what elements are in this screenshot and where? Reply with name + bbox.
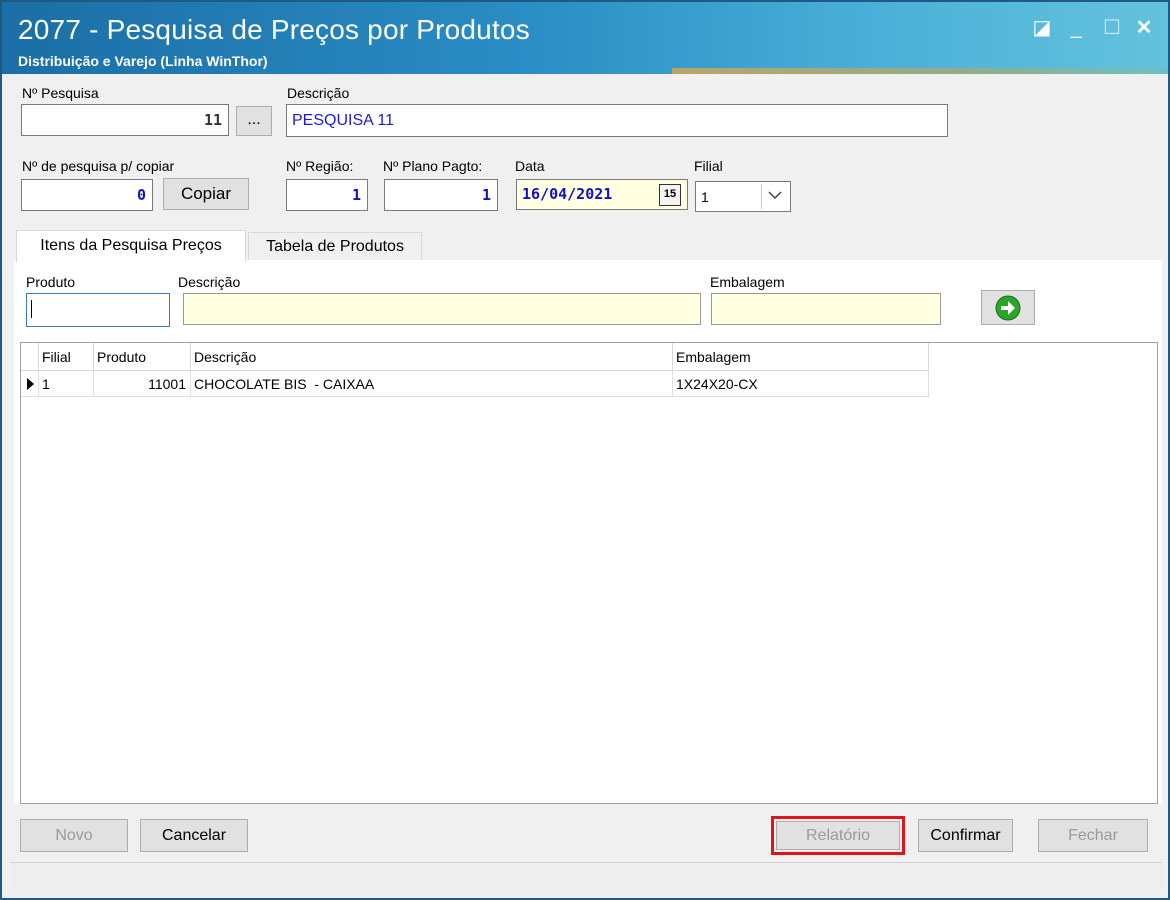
relatorio-button[interactable]: Relatório [776, 821, 900, 850]
form-area: Nº Pesquisa 11 ... Descrição PESQUISA 11… [10, 74, 1162, 856]
filial-label: Filial [694, 158, 723, 174]
copiar-label: Nº de pesquisa p/ copiar [22, 158, 175, 174]
data-input[interactable]: 16/04/2021 15 [516, 179, 688, 210]
tab-itens-pesquisa[interactable]: Itens da Pesquisa Preços [16, 230, 246, 262]
window-subtitle: Distribuição e Varejo (Linha WinThor) [18, 53, 268, 69]
maximize-icon[interactable]: ☐ [1098, 14, 1126, 42]
products-grid[interactable]: Filial Produto Descrição Embalagem 1 110… [20, 342, 1158, 804]
cell-produto[interactable]: 11001 [94, 371, 191, 397]
copiar-number-input[interactable]: 0 [21, 179, 153, 211]
filial-selected-value: 1 [701, 189, 709, 205]
embalagem-filter-label: Embalagem [710, 274, 785, 290]
copiar-button[interactable]: Copiar [163, 178, 249, 210]
window-title: 2077 - Pesquisa de Preços por Produtos [18, 14, 530, 45]
regiao-label: Nº Região: [286, 158, 354, 174]
confirmar-button[interactable]: Confirmar [918, 819, 1013, 852]
descricao-input[interactable]: PESQUISA 11 [286, 104, 948, 137]
app-window: 2077 - Pesquisa de Preços por Produtos D… [0, 0, 1170, 900]
produto-filter-label: Produto [26, 274, 76, 290]
plano-pagto-label: Nº Plano Pagto: [383, 158, 483, 174]
browse-button[interactable]: ... [236, 106, 272, 136]
title-bar[interactable]: 2077 - Pesquisa de Preços por Produtos D… [2, 2, 1168, 74]
plano-pagto-input[interactable]: 1 [384, 179, 498, 211]
text-cursor [31, 300, 32, 318]
cell-descricao[interactable]: CHOCOLATE BIS - CAIXAA [191, 371, 673, 397]
data-label: Data [515, 158, 545, 174]
descricao-filter-label: Descrição [178, 274, 241, 290]
minimize-icon[interactable]: _ [1062, 14, 1090, 42]
embalagem-filter-input[interactable] [711, 293, 941, 325]
grid-header-descricao[interactable]: Descrição [191, 343, 673, 371]
grid-header-produto[interactable]: Produto [94, 343, 191, 371]
status-bar [10, 862, 1162, 893]
go-button[interactable] [981, 290, 1035, 325]
grid-header-filial[interactable]: Filial [39, 343, 94, 371]
filial-select[interactable]: 1 [695, 181, 791, 212]
chevron-down-icon[interactable] [761, 184, 788, 209]
produto-filter-input[interactable] [26, 293, 170, 327]
grid-indicator-header [21, 343, 39, 371]
close-icon[interactable]: ✕ [1130, 14, 1158, 42]
descricao-filter-input[interactable] [183, 293, 701, 325]
cancelar-button[interactable]: Cancelar [140, 819, 248, 852]
descricao-label: Descrição [287, 85, 350, 101]
tab-tabela-produtos[interactable]: Tabela de Produtos [248, 232, 422, 262]
regiao-input[interactable]: 1 [286, 179, 368, 211]
pesquisa-label: Nº Pesquisa [22, 85, 99, 101]
cell-embalagem[interactable]: 1X24X20-CX [673, 371, 929, 397]
pesquisa-number-input[interactable]: 11 [21, 104, 229, 136]
calendar-icon[interactable]: 15 [659, 184, 681, 206]
novo-button[interactable]: Novo [20, 819, 128, 852]
restore-icon[interactable]: ◪ [1028, 14, 1056, 42]
data-value: 16/04/2021 [522, 185, 613, 203]
row-pointer-icon [21, 371, 39, 397]
fechar-button[interactable]: Fechar [1038, 819, 1148, 852]
cell-filial[interactable]: 1 [39, 371, 94, 397]
grid-header-embalagem[interactable]: Embalagem [673, 343, 929, 371]
arrow-right-icon [995, 295, 1021, 321]
